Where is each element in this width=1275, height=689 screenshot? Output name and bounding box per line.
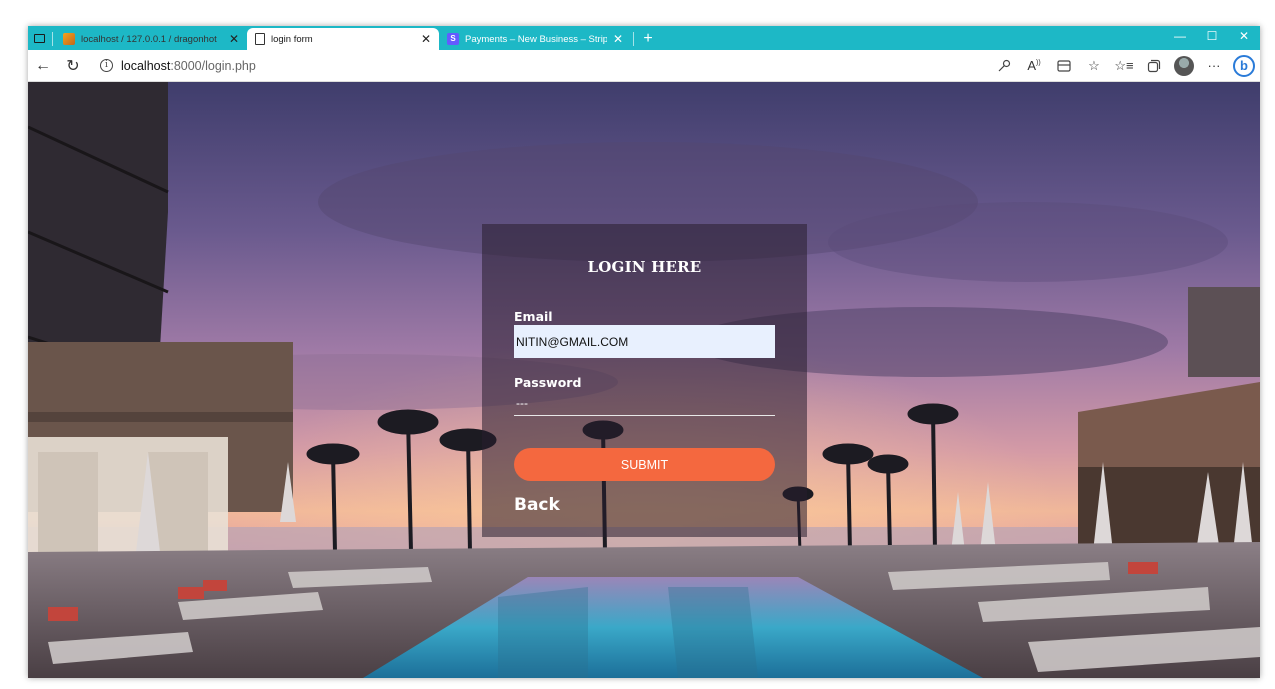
tab-title: login form	[271, 33, 313, 45]
submit-button[interactable]: SUBMIT	[514, 448, 775, 481]
page-viewport: LOGIN HERE Email Password SUBMIT Back	[28, 82, 1260, 678]
close-tab-icon[interactable]: ✕	[229, 32, 239, 46]
window-controls: — ☐ ✕	[1164, 26, 1260, 50]
browser-window: localhost / 127.0.0.1 / dragonhot ✕ logi…	[28, 26, 1260, 678]
favorites-button[interactable]: ☆≡	[1112, 54, 1136, 78]
close-window-button[interactable]: ✕	[1228, 26, 1260, 50]
password-key-button[interactable]	[992, 54, 1016, 78]
read-aloud-button[interactable]: A))	[1022, 54, 1046, 78]
email-label: Email	[514, 309, 553, 324]
page-icon	[255, 33, 265, 45]
phpmyadmin-icon	[63, 33, 75, 45]
read-aloud-icon: A))	[1027, 58, 1041, 73]
tab-login-form[interactable]: login form ✕	[247, 28, 439, 50]
tab-title: Payments – New Business – Stripe	[465, 33, 607, 45]
new-tab-button[interactable]: +	[636, 28, 660, 50]
info-icon[interactable]: i	[100, 59, 113, 72]
email-field[interactable]	[514, 325, 775, 358]
avatar	[1174, 55, 1194, 76]
workspaces-button[interactable]	[28, 26, 50, 50]
plus-icon: +	[643, 30, 653, 47]
tab-separator	[633, 32, 634, 46]
add-favorite-button[interactable]: ☆	[1082, 54, 1106, 78]
refresh-button[interactable]: ↻	[58, 52, 88, 80]
collections-icon	[1147, 59, 1161, 72]
back-link[interactable]: Back	[514, 495, 560, 515]
close-tab-icon[interactable]: ✕	[613, 32, 623, 46]
url-path: :8000/login.php	[170, 58, 256, 73]
tab-phpmyadmin[interactable]: localhost / 127.0.0.1 / dragonhot ✕	[55, 28, 247, 50]
tab-stripe[interactable]: S Payments – New Business – Stripe ✕	[439, 28, 631, 50]
address-bar-row: ← ↻ i localhost:8000/login.php A)) ☆ ☆≡ …	[28, 50, 1260, 82]
more-icon: ···	[1207, 58, 1221, 73]
star-plus-icon: ☆	[1088, 57, 1100, 73]
address-bar[interactable]: i localhost:8000/login.php	[92, 54, 952, 78]
arrow-left-icon: ←	[35, 56, 51, 74]
favorites-icon: ☆≡	[1114, 57, 1134, 73]
maximize-button[interactable]: ☐	[1196, 26, 1228, 50]
collections-button[interactable]	[1142, 54, 1166, 78]
stripe-icon: S	[447, 33, 459, 45]
reader-icon	[1057, 59, 1071, 72]
browser-toolbar: A)) ☆ ☆≡ ··· b	[992, 54, 1260, 78]
profile-button[interactable]	[1172, 54, 1196, 78]
url-host: localhost	[121, 58, 171, 73]
refresh-icon: ↻	[66, 57, 80, 75]
key-icon	[998, 59, 1011, 71]
tab-separator	[52, 32, 53, 46]
bing-copilot-button[interactable]: b	[1232, 54, 1256, 78]
tab-strip: localhost / 127.0.0.1 / dragonhot ✕ logi…	[28, 26, 1260, 50]
bing-icon: b	[1233, 54, 1255, 77]
back-nav-button[interactable]: ←	[28, 52, 58, 80]
more-menu-button[interactable]: ···	[1202, 54, 1226, 78]
close-tab-icon[interactable]: ✕	[421, 32, 431, 46]
password-label: Password	[514, 375, 582, 390]
login-form: LOGIN HERE Email Password SUBMIT Back	[482, 224, 807, 537]
login-heading: LOGIN HERE	[587, 258, 702, 276]
password-field[interactable]	[514, 390, 775, 416]
immersive-reader-button[interactable]	[1052, 54, 1076, 78]
tab-title: localhost / 127.0.0.1 / dragonhot	[81, 33, 217, 45]
workspaces-icon	[33, 33, 45, 43]
minimize-button[interactable]: —	[1164, 26, 1196, 50]
